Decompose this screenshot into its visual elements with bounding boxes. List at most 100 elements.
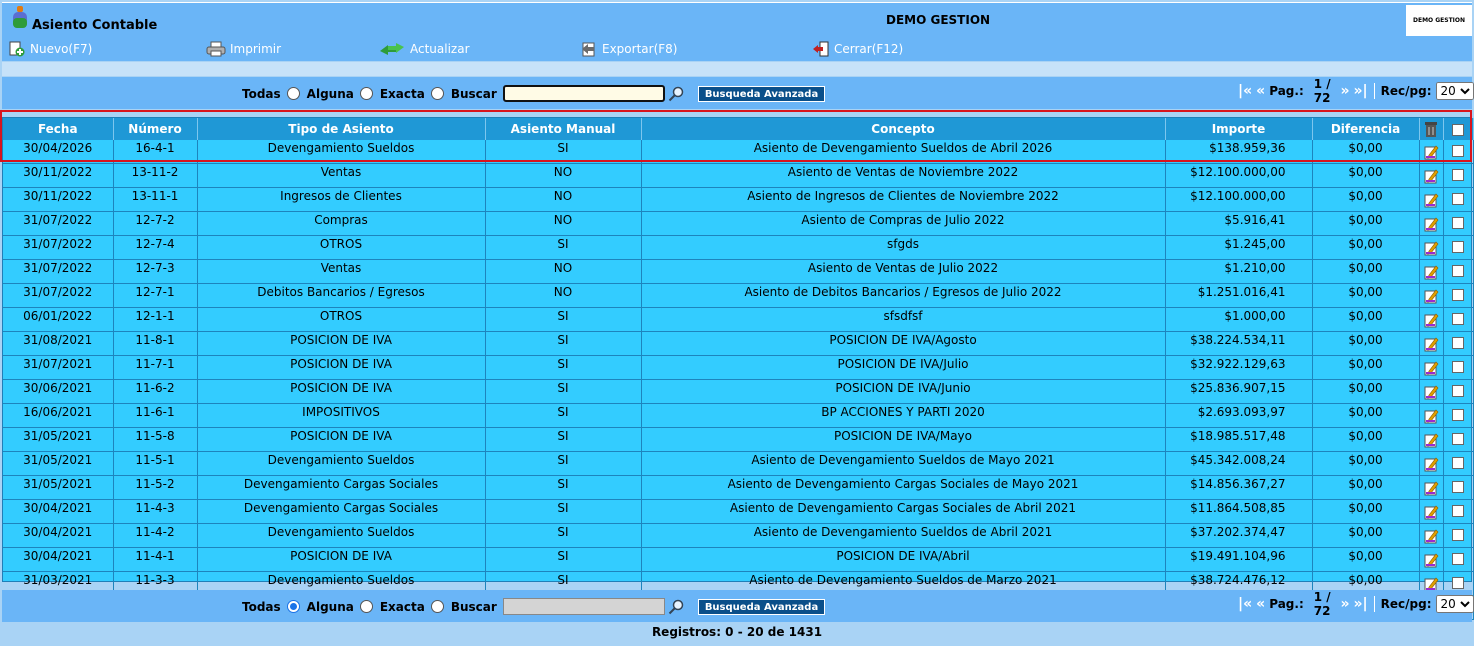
row-checkbox[interactable] [1452,577,1464,589]
next-page-button[interactable]: » [1340,596,1349,612]
row-checkbox[interactable] [1452,361,1464,373]
last-page-button[interactable]: »| [1354,596,1368,612]
edit-icon[interactable] [1423,480,1439,499]
per-page-select[interactable]: 20 [1435,82,1474,100]
trash-icon[interactable] [1423,120,1439,138]
col-diferencia[interactable]: Diferencia [1312,118,1420,140]
row-checkbox[interactable] [1452,217,1464,229]
table-row[interactable]: 31/07/2022 12-7-1 Debitos Bancarios / Egre… [3,283,1474,308]
row-checkbox[interactable] [1452,241,1464,253]
table-row[interactable]: 31/08/2021 11-8-1 POSICION DE IVA SI POSICIO… [3,331,1474,356]
row-checkbox[interactable] [1452,169,1464,181]
table-row[interactable]: 30/04/2026 16-4-1 Devengamiento Sueldos SI A… [3,140,1474,164]
row-checkbox[interactable] [1452,505,1464,517]
col-tipo[interactable]: Tipo de Asiento [197,118,486,140]
export-button[interactable]: Exportar(F8) [580,40,677,58]
table-row[interactable]: 31/05/2021 11-5-8 POSICION DE IVA SI POSICIO… [3,427,1474,452]
edit-icon[interactable] [1423,528,1439,547]
edit-icon[interactable] [1423,240,1439,259]
table-row[interactable]: 30/04/2021 11-4-2 Devengamiento Sueldos SI A… [3,523,1474,548]
row-checkbox[interactable] [1452,289,1464,301]
table-row[interactable]: 16/06/2021 11-6-1 IMPOSITIVOS SI BP ACCIONES… [3,403,1474,428]
next-page-button[interactable]: » [1340,83,1349,99]
table-row[interactable]: 31/07/2022 12-7-4 OTROS SI sfgds $1.245,00 $0,… [3,235,1474,260]
radio-exact[interactable] [430,600,444,613]
magnifier-icon[interactable] [668,86,684,102]
table-row[interactable]: 30/06/2021 11-6-2 POSICION DE IVA SI POSICIO… [3,379,1474,404]
table-row[interactable]: 31/05/2021 11-5-2 Devengamiento Cargas Soc… [3,475,1474,500]
edit-icon[interactable] [1423,312,1439,331]
table-row[interactable]: 31/07/2022 12-7-3 Ventas NO Asiento de Venta… [3,259,1474,284]
print-button[interactable]: Imprimir [206,40,281,58]
advanced-search-button[interactable]: Busqueda Avanzada [697,85,826,102]
col-importe[interactable]: Importe [1165,118,1313,140]
edit-icon[interactable] [1423,432,1439,451]
edit-icon[interactable] [1423,264,1439,283]
first-page-button[interactable]: |« [1238,83,1252,99]
row-checkbox[interactable] [1452,193,1464,205]
edit-icon[interactable] [1423,456,1439,475]
magnifier-icon[interactable] [668,599,684,615]
table-row[interactable]: 30/11/2022 13-11-1 Ingresos de Clientes NO A… [3,187,1474,212]
row-checkbox[interactable] [1452,337,1464,349]
refresh-button[interactable]: Actualizar [378,40,470,58]
table-row[interactable]: 31/07/2021 11-7-1 POSICION DE IVA SI POSICIO… [3,355,1474,380]
edit-icon[interactable] [1423,144,1439,163]
option-exact[interactable]: Exacta [380,87,451,101]
table-row[interactable]: 30/04/2021 11-4-1 POSICION DE IVA SI POSICIO… [3,547,1474,572]
per-page-select[interactable]: 20 [1435,595,1474,613]
prev-page-button[interactable]: « [1256,596,1265,612]
row-checkbox[interactable] [1452,409,1464,421]
last-page-button[interactable]: »| [1354,83,1368,99]
radio-exact[interactable] [430,87,444,100]
col-concepto[interactable]: Concepto [641,118,1166,140]
radio-all[interactable] [286,87,300,100]
row-checkbox[interactable] [1452,265,1464,277]
new-button[interactable]: Nuevo(F7) [8,40,92,58]
option-any[interactable]: Alguna [307,87,380,101]
cell-diferencia: $0,00 [1312,307,1420,332]
cell-diferencia: $0,00 [1312,211,1420,236]
edit-icon[interactable] [1423,408,1439,427]
radio-any[interactable] [359,87,373,100]
option-all[interactable]: Todas [242,87,307,101]
edit-icon[interactable] [1423,552,1439,571]
row-checkbox[interactable] [1452,481,1464,493]
row-checkbox[interactable] [1452,529,1464,541]
row-checkbox[interactable] [1452,145,1464,157]
edit-icon[interactable] [1423,192,1439,211]
prev-page-button[interactable]: « [1256,83,1265,99]
col-fecha[interactable]: Fecha [3,118,114,140]
row-checkbox[interactable] [1452,385,1464,397]
col-numero[interactable]: Número [113,118,198,140]
col-manual[interactable]: Asiento Manual [485,118,642,140]
option-exact[interactable]: Exacta [380,600,451,614]
cell-numero: 11-6-1 [113,403,198,428]
select-all-checkbox[interactable] [1452,123,1464,136]
table-row[interactable]: 30/04/2021 11-4-3 Devengamiento Cargas Soc… [3,499,1474,524]
table-row[interactable]: 31/07/2022 12-7-2 Compras NO Asiento de Comp… [3,211,1474,236]
row-checkbox[interactable] [1452,553,1464,565]
close-button[interactable]: Cerrar(F12) [812,40,903,58]
edit-icon[interactable] [1423,384,1439,403]
search-input[interactable] [502,85,665,102]
advanced-search-button[interactable]: Busqueda Avanzada [697,598,826,615]
edit-icon[interactable] [1423,168,1439,187]
edit-icon[interactable] [1423,504,1439,523]
edit-icon[interactable] [1423,360,1439,379]
row-checkbox[interactable] [1452,433,1464,445]
radio-any[interactable] [359,600,373,613]
table-row[interactable]: 30/11/2022 13-11-2 Ventas NO Asiento de Vent… [3,163,1474,188]
radio-all[interactable] [286,600,300,613]
search-input-bottom[interactable] [502,598,665,615]
edit-icon[interactable] [1423,336,1439,355]
row-checkbox[interactable] [1452,457,1464,469]
table-row[interactable]: 31/05/2021 11-5-1 Devengamiento Sueldos SI A… [3,451,1474,476]
edit-icon[interactable] [1423,288,1439,307]
option-all[interactable]: Todas [242,600,307,614]
edit-icon[interactable] [1423,216,1439,235]
table-row[interactable]: 06/01/2022 12-1-1 OTROS SI sfsdfsf $1.000,00 $… [3,307,1474,332]
row-checkbox[interactable] [1452,313,1464,325]
first-page-button[interactable]: |« [1238,596,1252,612]
option-any[interactable]: Alguna [307,600,380,614]
